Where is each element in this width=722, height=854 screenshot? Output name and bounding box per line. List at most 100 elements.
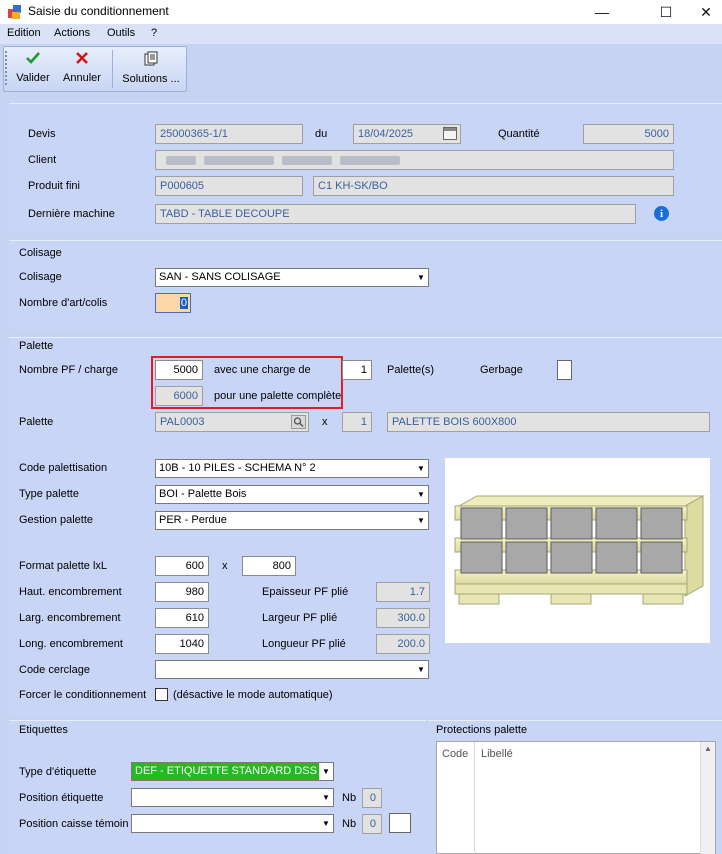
chevron-down-icon: ▼ [417, 273, 425, 282]
colisage-label: Colisage [19, 271, 62, 283]
long-field[interactable]: 1040 [155, 634, 209, 654]
cancel-button[interactable]: Annuler [60, 48, 104, 90]
nb-pf-field[interactable]: 5000 [155, 360, 203, 380]
search-icon[interactable] [291, 415, 306, 429]
temoin-nb-label: Nb [342, 818, 357, 830]
quantite-field[interactable]: 5000 [583, 124, 674, 144]
palettes-label: Palette(s) [387, 364, 435, 376]
window-title: Saisie du conditionnement [28, 4, 169, 18]
gestion-label: Gestion palette [19, 514, 93, 526]
epaisseur-field[interactable]: 1.7 [376, 582, 430, 602]
palette-title: Palette [19, 340, 54, 352]
temoin-nb-field[interactable]: 0 [362, 814, 382, 834]
machine-label: Dernière machine [28, 208, 115, 220]
position-nb-field[interactable]: 0 [362, 788, 382, 808]
maximize-button[interactable]: ☐ [643, 0, 689, 24]
cerclage-select[interactable]: ▼ [155, 660, 429, 679]
produit-label: Produit fini [28, 180, 80, 192]
larg-label: Larg. encombrement [19, 612, 121, 624]
format-x-label: x [222, 560, 228, 572]
chevron-down-icon: ▼ [322, 793, 330, 802]
cerclage-label: Code cerclage [19, 664, 90, 676]
devis-field[interactable]: 25000365-1/1 [155, 124, 303, 144]
gerbage-label: Gerbage [480, 364, 523, 376]
protections-scrollbar[interactable]: ▲ [700, 742, 715, 854]
position-nb-label: Nb [342, 792, 357, 804]
nb-pf-label: Nombre PF / charge [19, 364, 119, 376]
solutions-button[interactable]: Solutions ... [118, 48, 184, 90]
nb-art-field[interactable]: 0 [155, 293, 191, 313]
etiquettes-title: Etiquettes [19, 724, 68, 736]
largeur-label: Largeur PF plié [262, 612, 338, 624]
nb-art-label: Nombre d'art/colis [19, 297, 108, 309]
close-button[interactable]: ✕ [690, 0, 722, 24]
toolbar-grip[interactable] [5, 51, 7, 85]
charge-field[interactable]: 1 [342, 360, 372, 380]
palette-code-field[interactable]: PAL0003 [155, 412, 309, 432]
menu-actions[interactable]: Actions [54, 27, 90, 39]
client-label: Client [28, 154, 57, 166]
type-etiquette-label: Type d'étiquette [19, 766, 97, 778]
position-label: Position étiquette [19, 792, 104, 804]
toolbar-separator [112, 50, 113, 88]
scroll-up-icon[interactable]: ▲ [701, 744, 715, 753]
gerbage-checkbox[interactable] [557, 360, 572, 380]
chevron-down-icon: ▼ [417, 490, 425, 499]
devis-label: Devis [28, 128, 56, 140]
machine-field[interactable]: TABD - TABLE DECOUPE [155, 204, 636, 224]
code-pal-label: Code palettisation [19, 462, 108, 474]
protections-title: Protections palette [436, 724, 528, 736]
info-icon[interactable]: i [654, 206, 669, 221]
colisage-select[interactable]: SAN - SANS COLISAGE ▼ [155, 268, 429, 287]
menu-edition[interactable]: Edition [7, 27, 41, 39]
client-field[interactable] [155, 150, 674, 170]
temoin-label: Position caisse témoin [19, 818, 129, 830]
validate-button[interactable]: Valider [12, 48, 54, 90]
calendar-icon[interactable] [443, 127, 457, 140]
menu-help[interactable]: ? [151, 27, 157, 39]
chevron-down-icon: ▼ [322, 819, 330, 828]
longueur-label: Longueur PF plié [262, 638, 346, 650]
position-select[interactable]: ▼ [131, 788, 334, 807]
code-pal-select[interactable]: 10B - 10 PILES - SCHEMA N° 2 ▼ [155, 459, 429, 478]
documents-icon [143, 51, 159, 69]
palette-x-label: x [322, 416, 328, 428]
chevron-down-icon: ▼ [417, 516, 425, 525]
check-icon [25, 51, 41, 68]
larg-field[interactable]: 610 [155, 608, 209, 628]
long-label: Long. encombrement [19, 638, 123, 650]
largeur-field[interactable]: 300.0 [376, 608, 430, 628]
protections-header-code[interactable]: Code [442, 748, 468, 760]
palette-label: Palette [19, 416, 54, 428]
quantite-label: Quantité [498, 128, 540, 140]
longueur-field[interactable]: 200.0 [376, 634, 430, 654]
produit-desc-field[interactable]: C1 KH-SK/BO [313, 176, 674, 196]
format-label: Format palette lxL [19, 560, 108, 572]
epaisseur-label: Epaisseur PF plié [262, 586, 349, 598]
menu-outils[interactable]: Outils [107, 27, 135, 39]
chevron-down-icon: ▼ [417, 665, 425, 674]
gestion-select[interactable]: PER - Perdue ▼ [155, 511, 429, 530]
haut-field[interactable]: 980 [155, 582, 209, 602]
temoin-checkbox[interactable] [389, 813, 411, 833]
format-width-field[interactable]: 600 [155, 556, 209, 576]
palette-desc-field[interactable]: PALETTE BOIS 600X800 [387, 412, 710, 432]
forcer-checkbox[interactable] [155, 688, 168, 701]
complete-field[interactable]: 6000 [155, 386, 203, 406]
protections-header-libelle[interactable]: Libellé [481, 748, 513, 760]
minimize-button[interactable]: — [579, 0, 625, 24]
format-length-field[interactable]: 800 [242, 556, 296, 576]
type-pal-label: Type palette [19, 488, 79, 500]
cross-icon [75, 51, 89, 68]
charge-text: avec une charge de [214, 364, 311, 376]
colisage-title: Colisage [19, 247, 62, 259]
palette-qty-field[interactable]: 1 [342, 412, 372, 432]
temoin-select[interactable]: ▼ [131, 814, 334, 833]
protections-table[interactable] [436, 741, 716, 854]
produit-code-field[interactable]: P000605 [155, 176, 303, 196]
type-etiquette-select[interactable]: DEF - ETIQUETTE STANDARD DSS ▼ [131, 762, 334, 781]
chevron-down-icon: ▼ [417, 464, 425, 473]
forcer-label: Forcer le conditionnement [19, 689, 147, 701]
app-icon [7, 4, 23, 20]
type-pal-select[interactable]: BOI - Palette Bois ▼ [155, 485, 429, 504]
